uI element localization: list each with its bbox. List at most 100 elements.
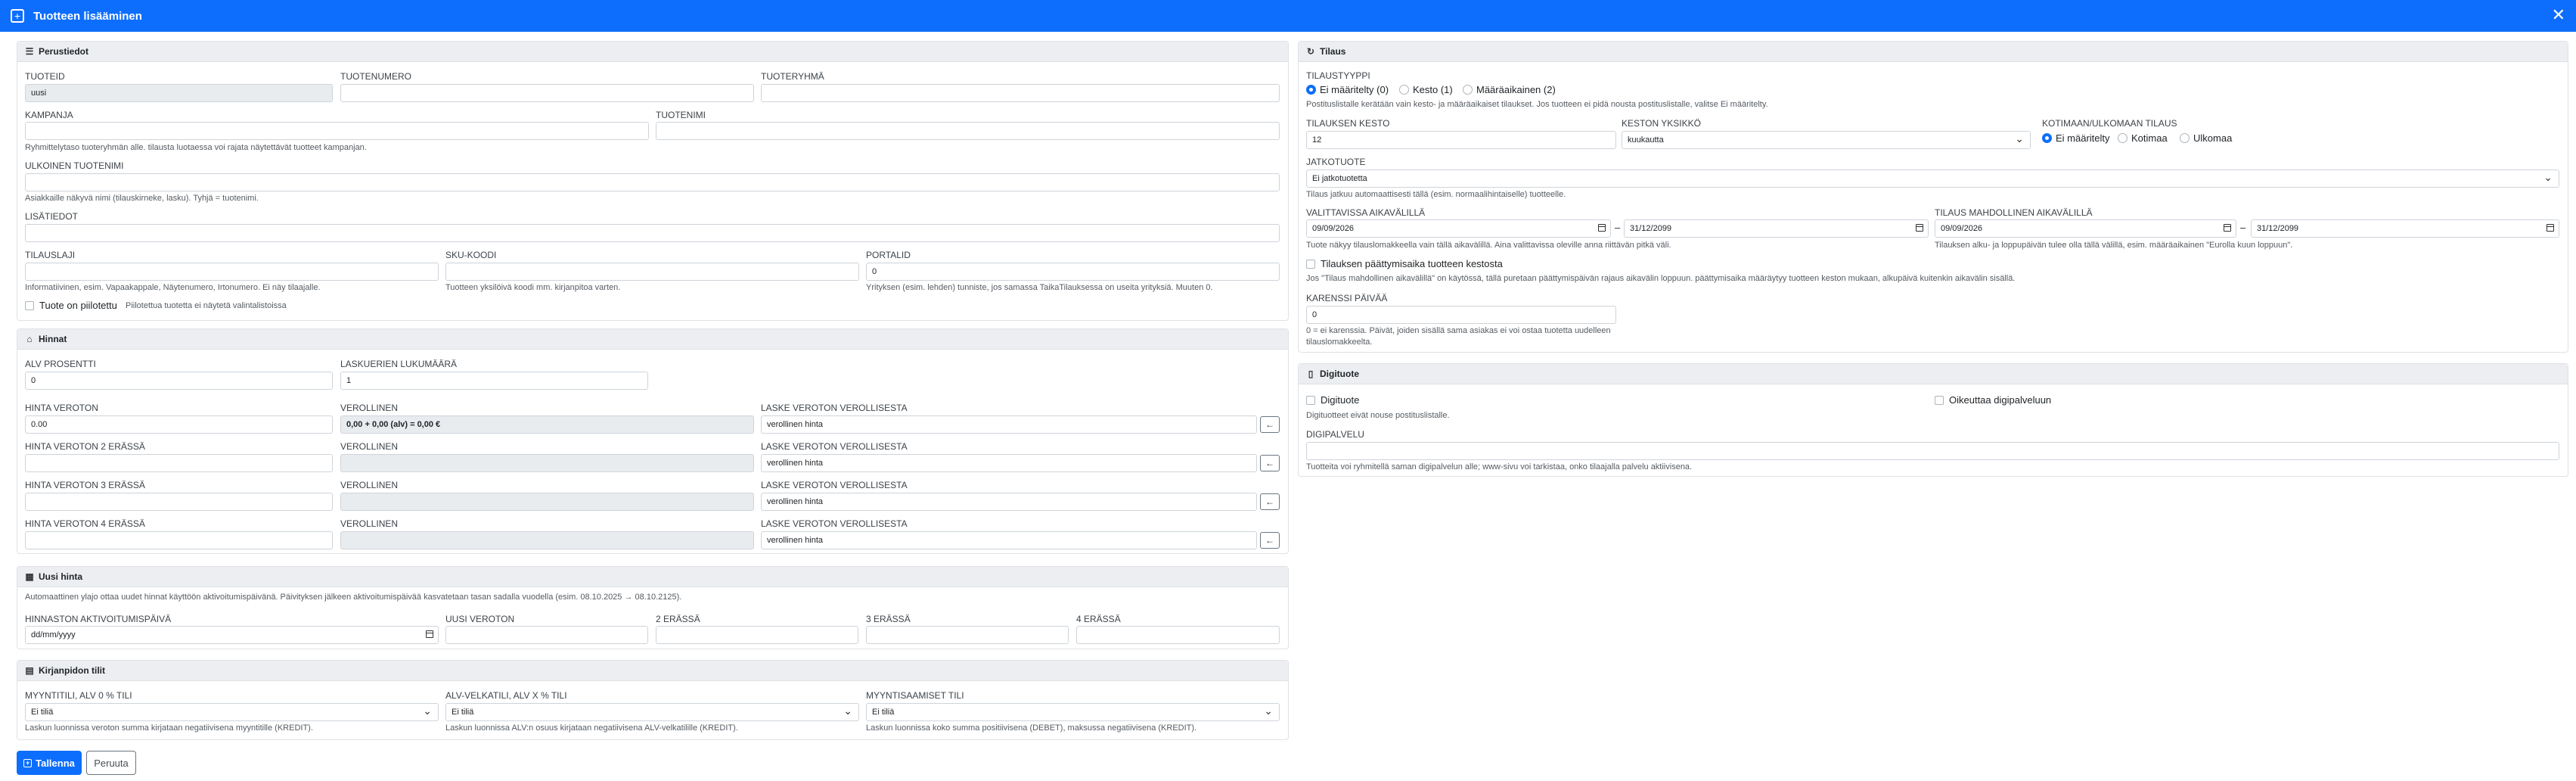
- mahdollinen-to-date[interactable]: 31/12/2099: [2251, 219, 2559, 238]
- tilauslaji-label: TILAUSLAJI: [25, 250, 76, 260]
- hinnat-heading: Hinnat: [39, 334, 67, 344]
- mahdollinen-from-date[interactable]: 09/09/2026: [1935, 219, 2236, 238]
- alv-tili-help: Laskun luonnissa ALV:n osuus kirjataan n…: [445, 723, 738, 733]
- perustiedot-heading: Perustiedot: [39, 46, 89, 57]
- alv-input[interactable]: 0: [25, 372, 333, 390]
- digituote-header: ▯ Digituote: [1299, 364, 2568, 384]
- sku-input[interactable]: [445, 263, 859, 281]
- uusi-veroton-input[interactable]: [445, 626, 648, 644]
- laske-4-button[interactable]: ←: [1260, 532, 1280, 549]
- calendar-icon: [2547, 224, 2554, 232]
- valittavissa-from-date[interactable]: 09/09/2026: [1306, 219, 1611, 238]
- myynti-label: MYYNTITILI, ALV 0 % TILI: [25, 690, 132, 701]
- digituote-label: Digituote: [1321, 394, 1360, 406]
- karenssi-label: KARENSSI PÄIVÄÄ: [1306, 293, 1388, 303]
- verollinen-3-label: VEROLLINEN: [340, 480, 399, 490]
- saamiset-select[interactable]: Ei tiliä: [866, 703, 1280, 721]
- lisatiedot-input[interactable]: [25, 224, 1280, 242]
- era3-input[interactable]: [866, 626, 1069, 644]
- tuoteryhma-input[interactable]: [761, 84, 1280, 102]
- tyyppi-0-radio[interactable]: [1306, 85, 1316, 95]
- laske-3-input[interactable]: verollinen hinta: [761, 493, 1257, 511]
- kesto-input[interactable]: 12: [1306, 131, 1616, 149]
- kotimaa-0-radio[interactable]: [2042, 133, 2052, 143]
- tyyppi-1-label: Kesto (1): [1413, 84, 1453, 95]
- jatkotuote-select[interactable]: Ei jatkotuotetta: [1306, 170, 2559, 188]
- oikeuttaa-checkbox[interactable]: [1935, 396, 1944, 405]
- verollinen-2-label: VEROLLINEN: [340, 441, 399, 452]
- laske-input[interactable]: verollinen hinta: [761, 415, 1257, 434]
- era4-input[interactable]: [1076, 626, 1280, 644]
- oikeuttaa-label: Oikeuttaa digipalveluun: [1949, 394, 2052, 406]
- verollinen-4-value: [340, 531, 754, 549]
- yksikko-select[interactable]: kuukautta: [1622, 131, 2031, 149]
- cancel-button[interactable]: Peruuta: [86, 751, 136, 775]
- kotimaa-2-radio[interactable]: [2180, 133, 2190, 143]
- laske-button[interactable]: ←: [1260, 416, 1280, 433]
- tuotenumero-input[interactable]: [340, 84, 754, 102]
- uusihinta-heading: Uusi hinta: [39, 571, 83, 582]
- digituote-checkbox[interactable]: [1306, 396, 1315, 405]
- myynti-help: Laskun luonnissa veroton summa kirjataan…: [25, 723, 313, 733]
- calendar-icon: [426, 630, 433, 638]
- yksikko-label: KESTON YKSIKKÖ: [1622, 118, 1701, 129]
- valittavissa-from-value: 09/09/2026: [1312, 224, 1355, 233]
- calendar-icon: [1598, 224, 1606, 232]
- laske-3-button[interactable]: ←: [1260, 493, 1280, 510]
- kotimaa-1-radio[interactable]: [2118, 133, 2128, 143]
- tuotenimi-input[interactable]: [656, 122, 1280, 140]
- portalid-input[interactable]: 0: [866, 263, 1280, 281]
- ulkoinen-label: ULKOINEN TUOTENIMI: [25, 160, 124, 171]
- ulkoinen-input[interactable]: [25, 173, 1280, 191]
- paattymis-label: Tilauksen päättymisaika tuotteen kestost…: [1321, 258, 1503, 269]
- laske-label: LASKE VEROTON VEROLLISESTA: [761, 403, 908, 413]
- myynti-select[interactable]: Ei tiliä: [25, 703, 439, 721]
- alv-tili-select[interactable]: Ei tiliä: [445, 703, 859, 721]
- kotimaa-label: KOTIMAAN/ULKOMAAN TILAUS: [2042, 118, 2177, 129]
- lisatiedot-label: LISÄTIEDOT: [25, 211, 79, 222]
- aktivoitumis-value: dd/mm/yyyy: [31, 630, 76, 639]
- tuotenumero-label: TUOTENUMERO: [340, 71, 411, 82]
- tuoteryhma-help: Ryhmittelytaso tuoteryhmän alle. tilaust…: [25, 143, 367, 152]
- hinta-4-input[interactable]: [25, 531, 333, 549]
- digipalvelu-help: Tuotteita voi ryhmitellä saman digipalve…: [1306, 462, 1693, 471]
- piilotettu-checkbox[interactable]: [25, 301, 34, 310]
- tilauslaji-input[interactable]: [25, 263, 439, 281]
- paattymis-checkbox[interactable]: [1306, 260, 1315, 269]
- close-icon[interactable]: ✕: [2552, 6, 2565, 24]
- hinta-2-input[interactable]: [25, 454, 333, 472]
- karenssi-help-2: tilauslomakkeelta.: [1306, 338, 1373, 347]
- kampanja-label: KAMPANJA: [25, 110, 73, 120]
- tyyppi-1-radio[interactable]: [1399, 85, 1409, 95]
- kotimaa-2-label: Ulkomaa: [2193, 132, 2233, 144]
- saamiset-help: Laskun luonnissa koko summa positiivisen…: [866, 723, 1197, 733]
- kirjanpito-heading: Kirjanpidon tilit: [39, 665, 105, 676]
- valittavissa-to-value: 31/12/2099: [1630, 224, 1672, 233]
- era2-input[interactable]: [656, 626, 858, 644]
- digipalvelu-input[interactable]: [1306, 442, 2559, 460]
- hinta-label: HINTA VEROTON: [25, 403, 98, 413]
- tyyppi-2-radio[interactable]: [1463, 85, 1473, 95]
- mahdollinen-help: Tilauksen alku- ja loppupäivän tulee oll…: [1935, 241, 2293, 250]
- kirjanpito-header: ▤ Kirjanpidon tilit: [17, 661, 1288, 681]
- kampanja-input[interactable]: [25, 122, 649, 140]
- laske-2-input[interactable]: verollinen hinta: [761, 454, 1257, 472]
- uusi-veroton-label: UUSI VEROTON: [445, 614, 515, 624]
- laske-2-button[interactable]: ←: [1260, 455, 1280, 471]
- piilotettu-label: Tuote on piilotettu: [39, 300, 117, 311]
- save-button-label: Tallenna: [36, 757, 75, 769]
- aktivoitumis-date[interactable]: dd/mm/yyyy: [25, 626, 439, 644]
- add-icon: +: [11, 9, 24, 23]
- karenssi-input[interactable]: 0: [1306, 306, 1616, 324]
- ledger-icon: ▤: [25, 665, 34, 676]
- calendar-icon: ▦: [25, 571, 34, 582]
- laske-4-input[interactable]: verollinen hinta: [761, 531, 1257, 549]
- save-button[interactable]: + Tallenna: [17, 751, 82, 775]
- hinta-3-input[interactable]: [25, 493, 333, 511]
- valittavissa-to-date[interactable]: 31/12/2099: [1624, 219, 1929, 238]
- mahdollinen-label: TILAUS MAHDOLLINEN AIKAVÄLILLÄ: [1935, 207, 2093, 218]
- tuoteid-field: uusi: [25, 84, 333, 102]
- hinta-input[interactable]: 0.00: [25, 415, 333, 434]
- tuotenimi-label: TUOTENIMI: [656, 110, 706, 120]
- laskuerat-input[interactable]: 1: [340, 372, 648, 390]
